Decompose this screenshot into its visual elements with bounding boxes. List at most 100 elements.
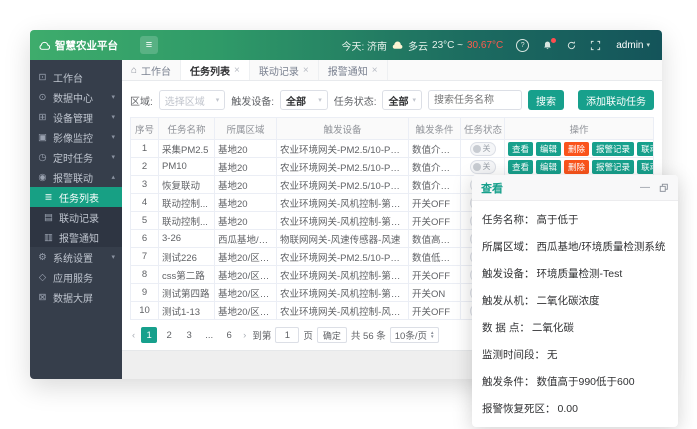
toggle-state-label: 关 bbox=[483, 161, 491, 172]
resize-icon[interactable] bbox=[659, 183, 669, 193]
table-row: 2PM10基地20农业环境网关-PM2.5/10-PM10-数值介于...关查看… bbox=[131, 158, 654, 176]
help-button[interactable]: ? bbox=[516, 39, 529, 52]
page-size-select[interactable]: 10条/页▲▼ bbox=[390, 327, 440, 343]
edit-button[interactable]: 编辑 bbox=[536, 142, 561, 156]
data-center-icon: ⊙ bbox=[37, 92, 48, 103]
sidebar-item-label: 设备管理 bbox=[53, 110, 106, 125]
cell-trigger-device: 农业环境网关-风机控制-第二路 bbox=[277, 212, 409, 230]
field-label: 触发条件： bbox=[482, 374, 535, 389]
cell-task-name: 采集PM2.5 bbox=[159, 140, 215, 158]
edit-button[interactable]: 编辑 bbox=[536, 160, 561, 174]
cell-trigger-condition: 开关OFF bbox=[409, 266, 461, 284]
cell-task-name: 联动控制... bbox=[159, 194, 215, 212]
close-icon[interactable]: × bbox=[303, 65, 309, 76]
cell-index: 5 bbox=[131, 212, 159, 230]
cell-task-name: 联动控制... bbox=[159, 212, 215, 230]
cell-trigger-device: 农业环境网关-PM2.5/10-PM10- bbox=[277, 158, 409, 176]
cell-trigger-device: 物联网网关-风速传感器-风速 bbox=[277, 230, 409, 248]
column-header: 任务名称 bbox=[159, 118, 215, 140]
column-header: 任务状态 bbox=[461, 118, 505, 140]
field-label: 任务名称： bbox=[482, 212, 535, 227]
next-page-button[interactable]: › bbox=[241, 330, 248, 341]
tab-workbench[interactable]: ⌂工作台 bbox=[122, 60, 181, 80]
sidebar-item-scheduled-task[interactable]: ◷定时任务▾ bbox=[30, 147, 122, 167]
sidebar-item-data-center[interactable]: ⊙ 数据中心 ▾ bbox=[30, 87, 122, 107]
search-input[interactable] bbox=[428, 90, 522, 110]
page-jump-input[interactable] bbox=[275, 327, 299, 343]
sidebar-item-label: 报警联动 bbox=[53, 170, 106, 185]
sidebar-item-linkage-record[interactable]: ▤联动记录 bbox=[30, 207, 122, 227]
cell-region: 基地20 bbox=[215, 158, 277, 176]
field-value: 数值高于990低于600 bbox=[537, 374, 635, 389]
fullscreen-button[interactable] bbox=[590, 40, 601, 51]
page-number-6[interactable]: 6 bbox=[221, 327, 237, 343]
linkage-record-button[interactable]: 联动记录 bbox=[637, 142, 653, 156]
view-button[interactable]: 查看 bbox=[508, 142, 533, 156]
dialog-field: 监测时间段：无 bbox=[482, 341, 668, 368]
chevron-down-icon: ▾ bbox=[318, 96, 322, 104]
tab-linkage-record[interactable]: 联动记录× bbox=[250, 60, 319, 80]
page-ellipsis: ... bbox=[201, 327, 217, 343]
field-label: 所属区域： bbox=[482, 239, 535, 254]
cell-region: 基地20 bbox=[215, 140, 277, 158]
cell-trigger-device: 农业环境网关-风机控制-第二路 bbox=[277, 266, 409, 284]
sidebar-item-alarm-notice[interactable]: ▥报警通知 bbox=[30, 227, 122, 247]
view-button[interactable]: 查看 bbox=[508, 160, 533, 174]
tab-task-list[interactable]: 任务列表× bbox=[181, 60, 250, 80]
sidebar-item-workbench[interactable]: ⊡工作台 bbox=[30, 67, 122, 87]
column-header: 操作 bbox=[505, 118, 654, 140]
field-label: 触发从机： bbox=[482, 293, 535, 308]
sidebar-item-device-management[interactable]: ⊞设备管理▾ bbox=[30, 107, 122, 127]
status-select[interactable]: 全部 ▾ bbox=[382, 90, 422, 110]
alarm-notice-icon: ▥ bbox=[43, 232, 54, 243]
close-icon[interactable]: × bbox=[234, 65, 240, 76]
sidebar-item-label: 应用服务 bbox=[53, 270, 115, 285]
sidebar-item-task-list[interactable]: ≣任务列表 bbox=[30, 187, 122, 207]
sidebar-collapse-button[interactable]: ≡ bbox=[140, 36, 158, 54]
prev-page-button[interactable]: ‹ bbox=[130, 330, 137, 341]
sidebar-item-label: 系统设置 bbox=[53, 250, 106, 265]
region-select[interactable]: 选择区域 ▾ bbox=[159, 90, 225, 110]
task-status-toggle[interactable]: 关 bbox=[470, 160, 496, 174]
sidebar-item-data-screen[interactable]: ⊠数据大屏 bbox=[30, 287, 122, 307]
sidebar-item-label: 定时任务 bbox=[53, 150, 106, 165]
column-header: 触发设备 bbox=[277, 118, 409, 140]
page-size-value: 10条/页 bbox=[395, 328, 427, 342]
add-linkage-task-button[interactable]: 添加联动任务 bbox=[578, 90, 654, 110]
delete-button[interactable]: 删除 bbox=[564, 160, 589, 174]
sidebar-item-label: 数据中心 bbox=[53, 90, 106, 105]
confirm-page-button[interactable]: 确定 bbox=[317, 327, 347, 343]
chevron-down-icon: ▾ bbox=[111, 93, 115, 101]
cell-trigger-device: 农业环境网关-PM2.5/10-PM2.5 bbox=[277, 176, 409, 194]
task-status-toggle[interactable]: 关 bbox=[470, 142, 496, 156]
delete-button[interactable]: 删除 bbox=[564, 142, 589, 156]
user-menu[interactable]: admin ▾ bbox=[616, 40, 650, 51]
sidebar-item-app-service[interactable]: ◇应用服务 bbox=[30, 267, 122, 287]
minimize-icon[interactable]: — bbox=[640, 182, 650, 193]
cell-trigger-condition: 开关OFF bbox=[409, 212, 461, 230]
cell-index: 10 bbox=[131, 302, 159, 320]
refresh-button[interactable] bbox=[566, 40, 577, 51]
search-button[interactable]: 搜索 bbox=[528, 90, 564, 110]
app-logo: 智慧农业平台 bbox=[30, 38, 130, 53]
cell-index: 8 bbox=[131, 266, 159, 284]
alarm-record-button[interactable]: 报警记录 bbox=[592, 142, 634, 156]
toggle-knob bbox=[473, 163, 481, 171]
sidebar-item-system-settings[interactable]: ⚙系统设置▾ bbox=[30, 247, 122, 267]
notifications-button[interactable] bbox=[542, 40, 553, 51]
page-number-3[interactable]: 3 bbox=[181, 327, 197, 343]
cell-trigger-condition: 数值高于... bbox=[409, 230, 461, 248]
alarm-record-button[interactable]: 报警记录 bbox=[592, 160, 634, 174]
cloud-weather-icon bbox=[391, 40, 404, 50]
field-label: 触发设备： bbox=[482, 266, 535, 281]
page-number-1[interactable]: 1 bbox=[141, 327, 157, 343]
column-header: 序号 bbox=[131, 118, 159, 140]
device-select[interactable]: 全部 ▾ bbox=[280, 90, 328, 110]
sidebar-item-alarm-linkage[interactable]: ◉报警联动▴ bbox=[30, 167, 122, 187]
page-number-2[interactable]: 2 bbox=[161, 327, 177, 343]
cell-task-status: 关 bbox=[461, 140, 505, 158]
tab-alarm-notice[interactable]: 报警通知× bbox=[319, 60, 388, 80]
sidebar-item-video-monitor[interactable]: ▣影像监控▾ bbox=[30, 127, 122, 147]
close-icon[interactable]: × bbox=[372, 65, 378, 76]
linkage-record-button[interactable]: 联动记录 bbox=[637, 160, 653, 174]
